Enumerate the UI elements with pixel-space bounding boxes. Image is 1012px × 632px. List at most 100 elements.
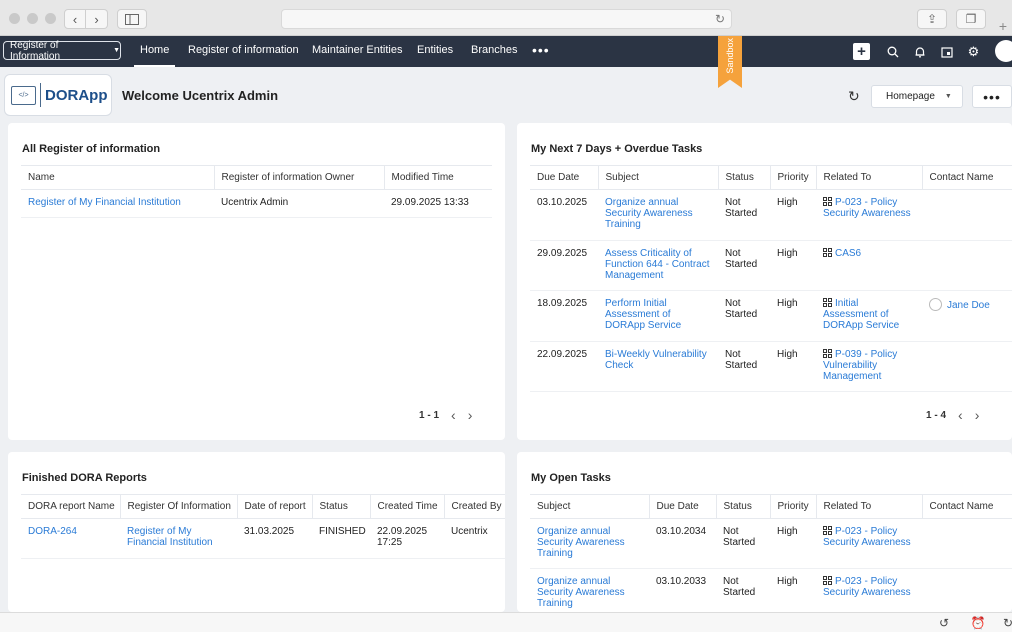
gear-icon[interactable]: ⚙ (965, 43, 982, 60)
column-header[interactable]: Created Time (369, 494, 444, 519)
column-header[interactable]: Status (715, 494, 770, 519)
refresh-icon[interactable]: ↻ (848, 88, 860, 105)
new-tab-button[interactable]: + (994, 16, 1012, 36)
sidebar-toggle-button[interactable] (117, 9, 147, 29)
task-subject-link[interactable]: Assess Criticality of Function 644 - Con… (598, 240, 718, 291)
reload-icon[interactable]: ↻ (715, 12, 725, 26)
task-subject-link[interactable]: Bi-Weekly Vulnerability Check (598, 341, 718, 392)
contact-name: Jane Doe (947, 300, 990, 311)
task-subject-link[interactable]: Organize annual Security Awareness Train… (598, 189, 718, 241)
task-subject-link[interactable]: Perform Initial Assessment of DORApp Ser… (598, 290, 718, 342)
priority-cell: High (770, 290, 816, 342)
column-header[interactable]: Related To (815, 494, 922, 519)
column-header[interactable]: Subject (530, 494, 649, 519)
column-header[interactable]: Due Date (530, 165, 598, 190)
more-options-button[interactable]: ••• (972, 85, 1012, 108)
related-to-link[interactable]: P-023 - Policy Security Awareness (816, 568, 922, 612)
caret-down-icon: ▼ (944, 93, 952, 100)
chevron-right-icon[interactable]: › (975, 407, 980, 423)
column-header[interactable]: Name (21, 165, 214, 190)
related-to-link[interactable]: Initial Assessment of DORApp Service (816, 290, 922, 342)
related-to-link[interactable]: P-039 - Policy Vulnerability Management (816, 341, 922, 392)
homepage-dropdown[interactable]: Homepage ▼ (871, 85, 963, 108)
priority-cell: High (770, 240, 816, 291)
related-to-link[interactable]: P-023 - Policy Security Awareness (816, 518, 922, 569)
modified-time-cell: 29.09.2025 13:33 (384, 189, 492, 218)
due-date-cell: 03.10.2033 (649, 568, 716, 612)
undo-icon[interactable]: ↺ (932, 615, 956, 631)
column-header[interactable]: Created By (443, 494, 505, 519)
priority-cell: High (770, 189, 816, 241)
sync-icon[interactable]: ↻ (996, 615, 1012, 631)
sandbox-ribbon: Sandbox (718, 36, 742, 88)
table-header: Due Date Subject Status Priority Related… (530, 165, 1012, 190)
card-title: My Next 7 Days + Overdue Tasks (531, 143, 703, 155)
tab-entities[interactable]: Entities (417, 44, 453, 56)
search-icon[interactable] (884, 43, 901, 60)
table-row: DORA-264 Register of My Financial Instit… (21, 518, 505, 559)
zoom-window-button[interactable] (45, 13, 56, 24)
minimize-window-button[interactable] (27, 13, 38, 24)
column-header[interactable]: Contact Name (921, 165, 1012, 190)
history-buttons: ‹ › (64, 9, 108, 29)
column-header[interactable]: Due Date (648, 494, 716, 519)
status-cell: Not Started (716, 568, 770, 612)
bell-icon[interactable] (911, 43, 928, 60)
user-avatar-icon (929, 298, 942, 311)
logo-text: DORApp (45, 86, 108, 104)
related-to-link[interactable]: CAS6 (816, 240, 922, 291)
column-header[interactable]: Register of information Owner (213, 165, 384, 190)
task-subject-link[interactable]: Organize annual Security Awareness Train… (530, 568, 649, 612)
column-header[interactable]: DORA report Name (21, 494, 120, 519)
share-button[interactable]: ⇪ (917, 9, 947, 29)
tab-branches[interactable]: Branches (471, 44, 517, 56)
task-subject-link[interactable]: Organize annual Security Awareness Train… (530, 518, 649, 569)
register-name-link[interactable]: Register of My Financial Institution (21, 189, 214, 218)
tabs-overview-button[interactable]: ❐ (956, 9, 986, 29)
related-to-link[interactable]: P-023 - Policy Security Awareness (816, 189, 922, 241)
table-row: 29.09.2025 Assess Criticality of Functio… (530, 240, 1012, 291)
column-header[interactable]: Modified Time (383, 165, 492, 190)
contact-link[interactable]: Jane Doe (922, 290, 1012, 342)
address-bar[interactable]: ↻ (281, 9, 732, 29)
folder-icon: </> (11, 85, 36, 105)
status-cell: Not Started (718, 189, 770, 241)
contact-cell (922, 518, 1012, 569)
column-header[interactable]: Contact Name (921, 494, 1012, 519)
module-icon (823, 349, 832, 358)
tab-home[interactable]: Home (133, 44, 176, 67)
column-header[interactable]: Related To (815, 165, 922, 190)
tab-maintainer-entities[interactable]: Maintainer Entities (312, 44, 403, 56)
more-tabs-button[interactable]: ••• (532, 42, 550, 58)
column-header[interactable]: Status (311, 494, 370, 519)
table-header: Name Register of information Owner Modif… (21, 165, 492, 190)
column-header[interactable]: Status (717, 165, 770, 190)
forward-button[interactable]: › (86, 9, 108, 29)
back-button[interactable]: ‹ (64, 9, 86, 29)
register-link[interactable]: Register of My Financial Institution (120, 518, 237, 559)
module-icon (823, 576, 832, 585)
related-to-label: P-023 - Policy Security Awareness (823, 197, 911, 219)
column-header[interactable]: Priority (769, 494, 816, 519)
close-window-button[interactable] (9, 13, 20, 24)
related-to-label: P-023 - Policy Security Awareness (823, 576, 911, 598)
table-header: DORA report Name Register Of Information… (21, 494, 505, 519)
chevron-right-icon[interactable]: › (468, 407, 473, 423)
owner-cell: Ucentrix Admin (214, 189, 384, 218)
alarm-clock-icon[interactable]: ⏰ (966, 615, 990, 631)
column-header[interactable]: Subject (597, 165, 718, 190)
module-selector[interactable]: Register of Information ▼ (3, 40, 121, 62)
column-header[interactable]: Date of report (236, 494, 312, 519)
calendar-icon[interactable] (938, 43, 955, 60)
related-to-label: P-023 - Policy Security Awareness (823, 526, 911, 548)
column-header[interactable]: Priority (769, 165, 816, 190)
related-to-label: CAS6 (835, 248, 862, 259)
tab-register-of-information[interactable]: Register of information (188, 44, 299, 56)
chevron-left-icon[interactable]: ‹ (451, 407, 456, 423)
create-new-button[interactable]: + (853, 43, 870, 60)
chevron-left-icon[interactable]: ‹ (958, 407, 963, 423)
report-name-link[interactable]: DORA-264 (21, 518, 120, 559)
table-row: 22.09.2025 Bi-Weekly Vulnerability Check… (530, 341, 1012, 392)
avatar[interactable] (995, 40, 1012, 62)
column-header[interactable]: Register Of Information (119, 494, 237, 519)
